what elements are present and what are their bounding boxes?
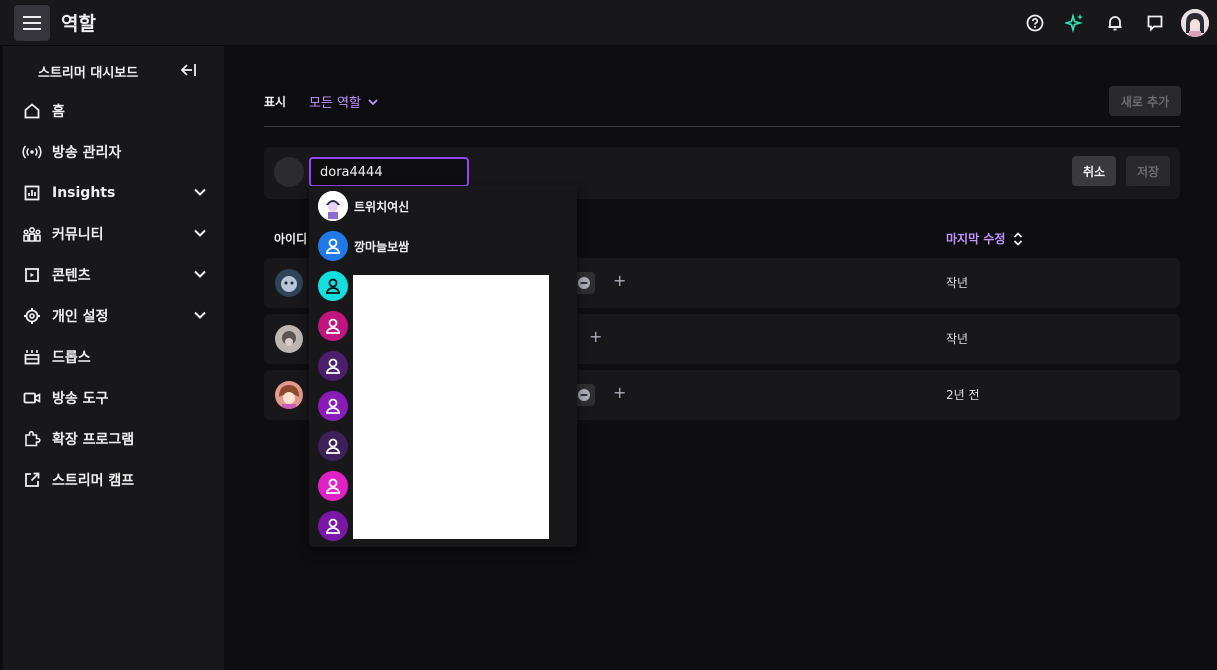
collapse-icon [180, 64, 196, 76]
notifications-button[interactable] [1095, 0, 1135, 46]
avatar-placeholder [274, 157, 304, 187]
collapse-sidebar-button[interactable] [179, 62, 197, 82]
role-filter-value: 모든 역할 [309, 96, 361, 111]
content-icon [21, 264, 43, 286]
sidebar-title: 스트리머 대시보드 [38, 66, 139, 81]
whispers-button[interactable] [1135, 0, 1175, 46]
add-role-button[interactable]: + [589, 327, 602, 346]
menu-icon [23, 15, 41, 30]
last-modified: 작년 [946, 276, 969, 290]
sidebar-item-content[interactable]: 콘텐츠 [21, 257, 221, 293]
sidebar-item-label: 콘텐츠 [52, 268, 91, 284]
bell-icon [1108, 16, 1122, 31]
default-avatar-icon [318, 351, 348, 381]
chat-icon [1147, 15, 1163, 32]
page-title: 역할 [61, 13, 96, 35]
save-button[interactable]: 저장 [1126, 156, 1170, 186]
sidebar-item-label: 개인 설정 [52, 309, 109, 325]
add-role-button[interactable]: + [613, 271, 626, 290]
sidebar-item-label: 홈 [52, 104, 65, 120]
default-avatar-icon [318, 511, 348, 541]
external-link-icon [21, 469, 43, 491]
broadcast-icon [21, 141, 43, 163]
sidebar-item-label: 스트리머 캠프 [52, 473, 135, 489]
sidebar-item-label: 방송 도구 [52, 391, 109, 407]
username-search-input[interactable] [309, 157, 469, 187]
default-avatar-icon [318, 231, 348, 261]
sparkle-icon [1065, 13, 1084, 33]
suggestion-item[interactable]: 깡마늘보쌈 [318, 229, 568, 263]
sidebar-item-drops[interactable]: 드롭스 [21, 339, 221, 375]
role-filter-dropdown[interactable]: 모든 역할 [309, 92, 379, 111]
insights-icon [21, 182, 43, 204]
sidebar-item-broadcast-tools[interactable]: 방송 도구 [21, 380, 221, 416]
redacted-area [353, 275, 549, 539]
avatar-image [1181, 9, 1209, 37]
avatar[interactable] [1181, 9, 1209, 37]
sidebar: 스트리머 대시보드 홈 방송 관리자 Insights 커뮤니티 콘텐츠 개인 … [0, 46, 224, 670]
help-icon [1026, 14, 1044, 32]
minus-circle-icon [578, 277, 590, 289]
suggestion-name: 깡마늘보쌈 [354, 239, 410, 254]
sidebar-item-label: Insights [52, 185, 116, 201]
community-icon [21, 223, 43, 245]
default-avatar-icon [318, 431, 348, 461]
user-avatar [275, 381, 303, 409]
sidebar-item-extensions[interactable]: 확장 프로그램 [21, 421, 221, 457]
settings-icon [21, 305, 43, 327]
add-new-button[interactable]: 새로 추가 [1109, 86, 1181, 116]
suggestion-item[interactable]: 트위치여신 [318, 189, 568, 223]
drops-icon [21, 346, 43, 368]
sparkle-button[interactable] [1055, 0, 1095, 46]
default-avatar-icon [318, 271, 348, 301]
top-bar: 역할 [0, 0, 1217, 46]
extension-icon [21, 428, 43, 450]
sidebar-item-community[interactable]: 커뮤니티 [21, 216, 221, 252]
sidebar-item-label: 드롭스 [52, 350, 91, 366]
chevron-down-icon [194, 229, 206, 237]
filter-label: 표시 [264, 95, 287, 109]
menu-button[interactable] [14, 4, 50, 41]
cancel-button[interactable]: 취소 [1072, 156, 1116, 186]
default-avatar-icon [318, 391, 348, 421]
minus-circle-icon [578, 389, 590, 401]
sidebar-item-label: 확장 프로그램 [52, 432, 135, 448]
sidebar-item-stream-manager[interactable]: 방송 관리자 [21, 134, 221, 170]
help-button[interactable] [1015, 0, 1055, 46]
sidebar-item-creator-camp[interactable]: 스트리머 캠프 [21, 462, 221, 498]
column-header-label: 마지막 수정 [946, 232, 1006, 246]
divider [264, 126, 1180, 127]
column-header-modified[interactable]: 마지막 수정 [946, 230, 1023, 247]
suggestion-name: 트위치여신 [354, 199, 410, 214]
last-modified: 작년 [946, 332, 969, 346]
user-avatar [275, 325, 303, 353]
user-avatar [275, 269, 303, 297]
sidebar-item-settings[interactable]: 개인 설정 [21, 298, 221, 334]
chevron-down-icon [368, 98, 378, 105]
add-role-button[interactable]: + [613, 383, 626, 402]
last-modified: 2년 전 [946, 388, 980, 402]
camera-icon [21, 387, 43, 409]
sidebar-item-label: 커뮤니티 [52, 227, 104, 243]
home-icon [21, 100, 43, 122]
chevron-down-icon [194, 188, 206, 196]
sort-icon [1014, 231, 1023, 246]
username-suggestions-dropdown: 트위치여신 깡마늘보쌈 [309, 186, 577, 547]
chevron-down-icon [194, 311, 206, 319]
default-avatar-icon [318, 471, 348, 501]
user-avatar [318, 191, 348, 221]
chevron-down-icon [194, 270, 206, 278]
sidebar-item-insights[interactable]: Insights [21, 175, 221, 211]
default-avatar-icon [318, 311, 348, 341]
sidebar-item-home[interactable]: 홈 [21, 93, 221, 129]
top-icons [1015, 0, 1209, 46]
sidebar-item-label: 방송 관리자 [52, 145, 122, 161]
column-header-id[interactable]: 아이디 [274, 230, 307, 247]
